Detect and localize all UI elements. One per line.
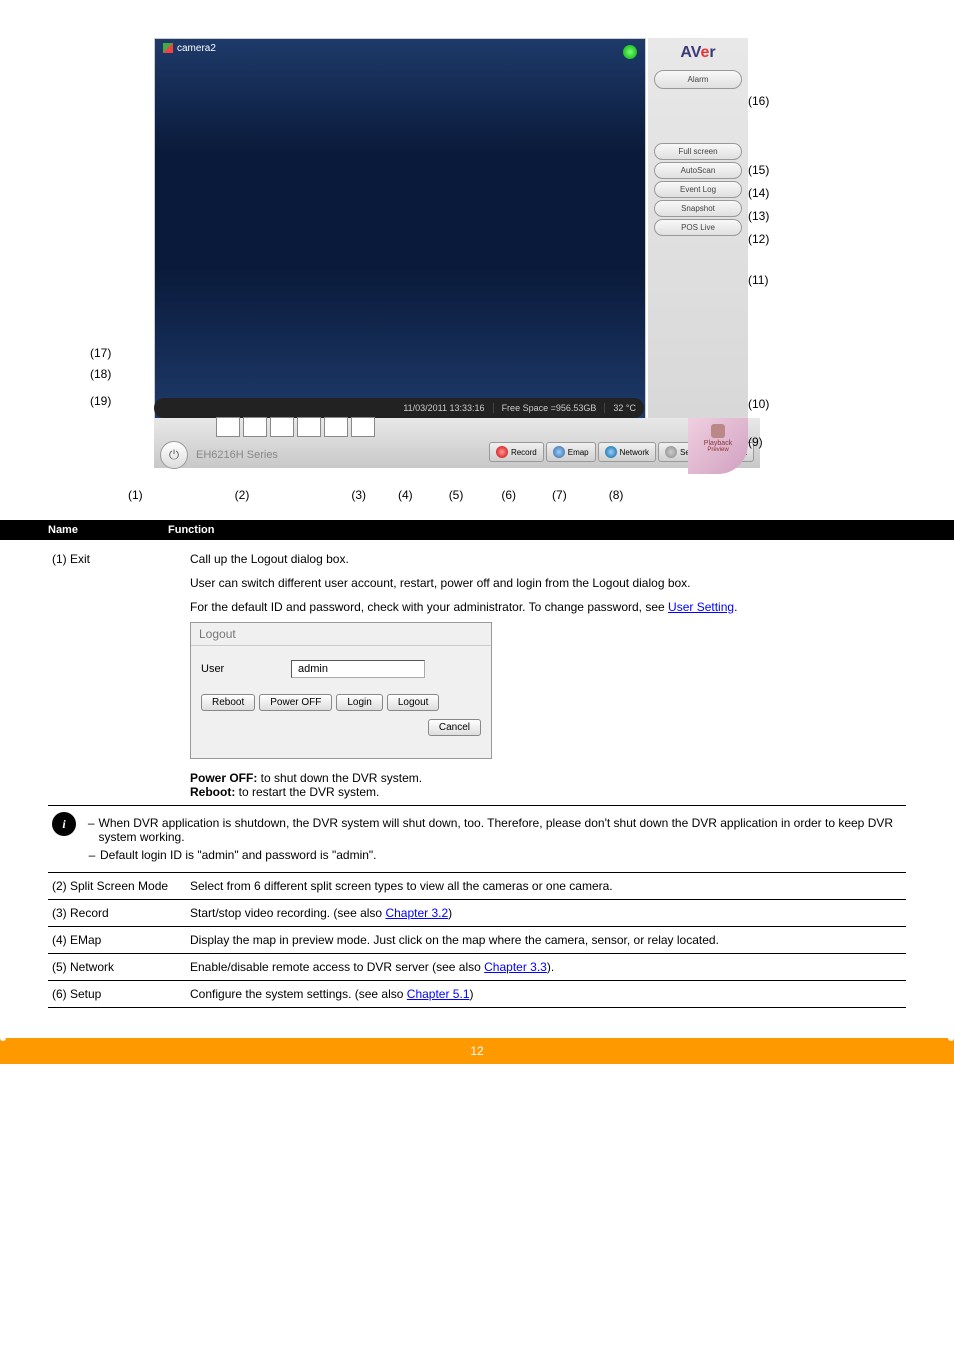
- row-body: Call up the Logout dialog box. User can …: [186, 546, 906, 806]
- callout-12: (12): [748, 232, 769, 246]
- alarm-button[interactable]: Alarm: [654, 70, 742, 89]
- eventlog-button[interactable]: Event Log: [654, 181, 742, 198]
- split-screen-icons: [216, 417, 375, 437]
- split-1-icon[interactable]: [216, 417, 240, 437]
- emap-icon: [553, 446, 565, 458]
- user-value: admin: [291, 660, 425, 678]
- chapter-link[interactable]: Chapter 3.3: [484, 960, 547, 974]
- row-name: (6) Setup: [48, 981, 186, 1008]
- callout-19: (19): [90, 394, 111, 408]
- logout-button[interactable]: Logout: [387, 694, 440, 711]
- split-6-icon[interactable]: [324, 417, 348, 437]
- callout-15: (15): [748, 163, 769, 177]
- row-name: (4) EMap: [48, 927, 186, 954]
- dialog-title: Logout: [191, 623, 491, 646]
- callout-13: (13): [748, 209, 769, 223]
- split-13-icon[interactable]: [351, 417, 375, 437]
- free-space: Free Space =956.53GB: [494, 403, 606, 413]
- row-body: Enable/disable remote access to DVR serv…: [186, 954, 906, 981]
- fullscreen-button[interactable]: Full screen: [654, 143, 742, 160]
- callout-18: (18): [90, 367, 111, 381]
- info-row: i –When DVR application is shutdown, the…: [48, 806, 906, 873]
- chapter-link[interactable]: Chapter 5.1: [407, 987, 470, 1001]
- brand-logo: AVer: [648, 38, 748, 68]
- autoscan-button[interactable]: AutoScan: [654, 162, 742, 179]
- function-table: (1) Exit Call up the Logout dialog box. …: [48, 546, 906, 1008]
- row-body: Select from 6 different split screen typ…: [186, 873, 906, 900]
- model-label: EH6216H Series: [196, 449, 278, 461]
- video-area: camera2 ⚃ 1 2 3 4 5 6 7 8 9 10 11 12 13 …: [154, 38, 646, 420]
- callout-17: (17): [90, 346, 111, 360]
- annotated-screenshot: camera2 ⚃ 1 2 3 4 5 6 7 8 9 10 11 12 13 …: [48, 0, 906, 480]
- row-body: Start/stop video recording. (see also Ch…: [186, 900, 906, 927]
- row-body: Configure the system settings. (see also…: [186, 981, 906, 1008]
- callout-11: (11): [748, 273, 768, 287]
- record-icon: [496, 446, 508, 458]
- user-setting-link[interactable]: User Setting: [668, 600, 734, 614]
- row-body: Display the map in preview mode. Just cl…: [186, 927, 906, 954]
- callout-10: (10): [748, 397, 769, 411]
- network-icon: [605, 446, 617, 458]
- row-name: (1) Exit: [48, 546, 186, 806]
- page-number: 12: [470, 1044, 483, 1058]
- logout-dialog: Logout User admin Reboot Power OFF Login…: [190, 622, 492, 759]
- user-label: User: [201, 663, 291, 675]
- record-button[interactable]: Record: [489, 442, 544, 462]
- poslive-button[interactable]: POS Live: [654, 219, 742, 236]
- row-name: (3) Record: [48, 900, 186, 927]
- page-footer: 12: [0, 1038, 954, 1064]
- status-bar: 11/03/2011 13:33:16 Free Space =956.53GB…: [154, 398, 644, 418]
- status-dot-icon: [623, 45, 637, 59]
- network-button[interactable]: Network: [598, 442, 656, 462]
- split-9-icon[interactable]: [270, 417, 294, 437]
- camera-label: camera2: [157, 41, 222, 56]
- emap-button[interactable]: Emap: [546, 442, 596, 462]
- camera-icon: [163, 43, 173, 53]
- callout-14: (14): [748, 186, 769, 200]
- right-panel: AVer Alarm Full screen AutoScan Event Lo…: [648, 38, 748, 418]
- bottom-bar: ⏻ EH6216H Series Record Emap Network Set…: [154, 418, 760, 468]
- cancel-button[interactable]: Cancel: [428, 719, 481, 736]
- split-16-icon[interactable]: [297, 417, 321, 437]
- datetime: 11/03/2011 13:33:16: [395, 403, 493, 413]
- table-header: Name Function: [0, 520, 954, 540]
- row-name: (2) Split Screen Mode: [48, 873, 186, 900]
- poweroff-button[interactable]: Power OFF: [259, 694, 332, 711]
- bottom-callouts: (1) (2) (3) (4) (5) (6) (7) (8): [128, 488, 623, 502]
- row-name: (5) Network: [48, 954, 186, 981]
- power-button[interactable]: ⏻: [160, 441, 188, 469]
- callout-16: (16): [748, 94, 769, 108]
- temperature: 32 °C: [605, 403, 644, 413]
- speaker-icon: [711, 424, 725, 438]
- setup-icon: [665, 446, 677, 458]
- info-icon: i: [52, 812, 76, 836]
- split-4-icon[interactable]: [243, 417, 267, 437]
- snapshot-button[interactable]: Snapshot: [654, 200, 742, 217]
- reboot-button[interactable]: Reboot: [201, 694, 255, 711]
- login-button[interactable]: Login: [336, 694, 382, 711]
- chapter-link[interactable]: Chapter 3.2: [385, 906, 448, 920]
